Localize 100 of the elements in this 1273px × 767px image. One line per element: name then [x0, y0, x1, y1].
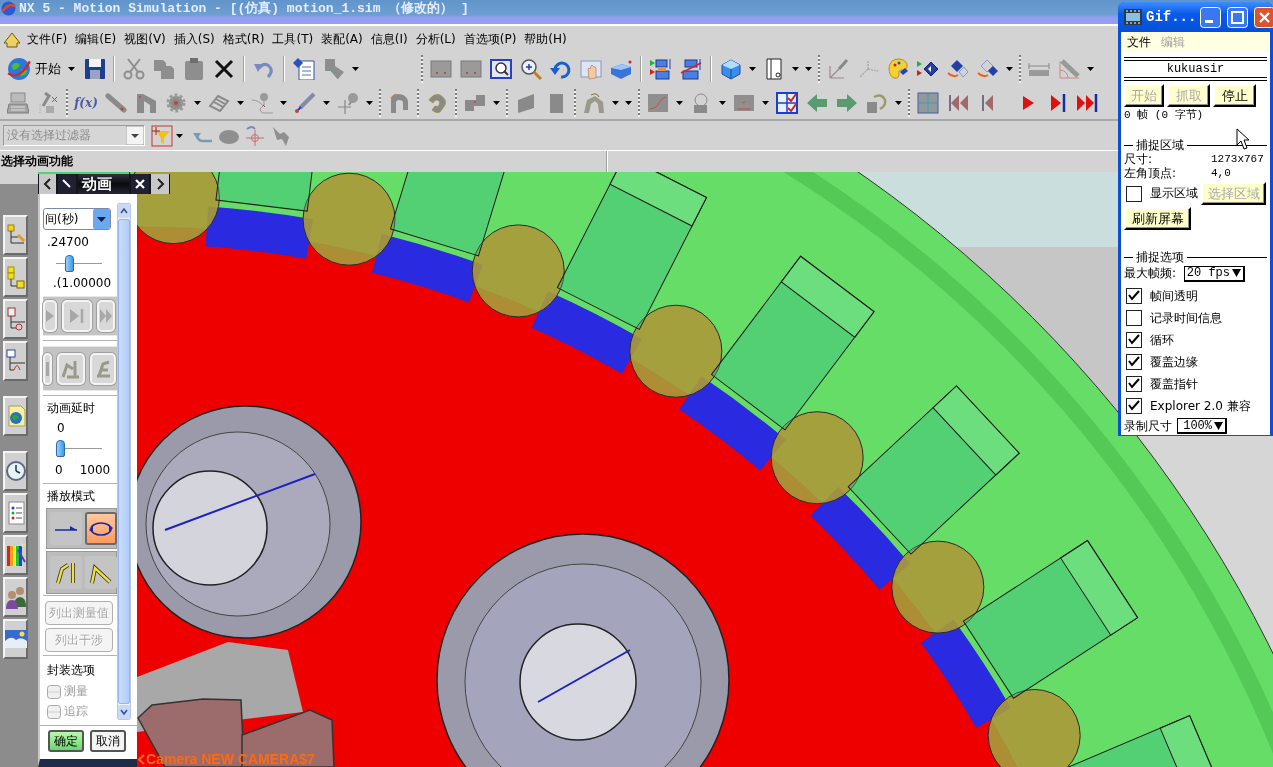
frame-icon[interactable]	[430, 57, 452, 80]
refresh-screen-button[interactable]: 刷新屏幕	[1124, 207, 1191, 230]
checkbox[interactable]	[1126, 185, 1142, 202]
loop-icon[interactable]	[89, 520, 113, 537]
caret-icon[interactable]	[366, 101, 373, 105]
recorder-button[interactable]: 停止	[1213, 84, 1256, 107]
maximize-icon[interactable]	[1227, 6, 1249, 28]
delete-icon[interactable]	[213, 57, 235, 80]
scrollbar[interactable]	[117, 203, 131, 720]
rod-icon[interactable]	[105, 92, 127, 114]
chevron-left-icon[interactable]	[39, 174, 56, 194]
menu-item[interactable]: 格式(R)	[218, 30, 269, 47]
caret-icon[interactable]	[493, 101, 500, 105]
caret-icon[interactable]	[895, 101, 902, 105]
caret-icon[interactable]	[68, 66, 75, 71]
document-list-icon[interactable]	[293, 57, 315, 80]
menu-item[interactable]: 视图(V)	[120, 30, 170, 47]
menu-item[interactable]: 工具(T)	[268, 30, 318, 47]
gear-icon[interactable]	[165, 92, 187, 114]
resource-tab[interactable]	[3, 341, 28, 381]
slider-thumb[interactable]	[56, 440, 65, 457]
caret-icon[interactable]	[676, 101, 683, 105]
resource-tab[interactable]	[3, 493, 28, 533]
caret-icon[interactable]	[1006, 66, 1013, 71]
diamond-icon[interactable]	[947, 57, 969, 80]
drawing-sheet-icon[interactable]	[763, 57, 785, 80]
checkbox[interactable]	[1126, 376, 1142, 392]
tool-button[interactable]	[57, 352, 85, 385]
resource-tab[interactable]	[3, 535, 28, 575]
caret-icon[interactable]	[719, 101, 726, 105]
caret-icon[interactable]	[762, 101, 769, 105]
caret-icon[interactable]	[194, 101, 201, 105]
chevron-down-icon[interactable]	[118, 705, 130, 719]
play-mode-button[interactable]	[50, 512, 82, 545]
function-button[interactable]: f(x)	[71, 91, 101, 115]
cube-icon[interactable]	[720, 57, 742, 80]
panel-icon[interactable]	[733, 92, 755, 114]
globe-icon[interactable]	[7, 56, 31, 81]
slash-icon[interactable]	[58, 174, 76, 194]
chevron-right-icon[interactable]	[151, 174, 169, 194]
ok-button[interactable]: 确定	[48, 730, 84, 752]
fast-forward-icon[interactable]	[1077, 92, 1099, 114]
caret-icon[interactable]	[1214, 421, 1223, 430]
time-unit-dropdown[interactable]: 间(秒)	[43, 208, 111, 230]
close-icon[interactable]	[131, 174, 149, 194]
checkbox[interactable]	[1126, 310, 1142, 326]
caret-icon[interactable]	[749, 66, 756, 71]
checkbox[interactable]	[1126, 332, 1142, 348]
diamond-icon[interactable]	[977, 57, 999, 80]
slider-thumb[interactable]	[65, 255, 75, 272]
graph-icon[interactable]	[647, 92, 669, 114]
caret-icon[interactable]	[352, 66, 359, 71]
record-size-dropdown[interactable]: 100%	[1177, 418, 1227, 434]
resource-tab[interactable]	[3, 619, 28, 659]
checkbox[interactable]	[1126, 354, 1142, 370]
caret-icon[interactable]	[176, 133, 183, 138]
arrow-right-icon[interactable]	[55, 524, 77, 533]
stacked-blocks-icon[interactable]	[680, 57, 702, 80]
paste-icon[interactable]	[183, 57, 205, 80]
menu-item[interactable]: 分析(L)	[411, 30, 460, 47]
menu-item[interactable]: 编辑(E)	[71, 30, 121, 47]
checklist-icon[interactable]	[776, 92, 798, 114]
menu-item[interactable]: 文件	[1127, 33, 1151, 51]
rainbow-wand-icon	[5, 542, 26, 568]
resource-tab[interactable]	[3, 577, 28, 617]
resource-tab[interactable]	[3, 451, 28, 491]
caret-icon[interactable]	[1087, 66, 1094, 71]
caret-icon[interactable]	[323, 101, 330, 105]
caret-icon[interactable]	[237, 101, 244, 105]
chevron-up-icon[interactable]	[118, 204, 130, 218]
pen-icon[interactable]	[294, 92, 316, 114]
menu-item[interactable]: 帮助(H)	[520, 30, 571, 47]
frame-rate-dropdown[interactable]: 20 fps	[1184, 265, 1245, 282]
resource-tab[interactable]	[3, 299, 28, 339]
resource-tab[interactable]	[3, 215, 28, 255]
zoom-icon[interactable]	[520, 57, 542, 80]
checkbox[interactable]	[1126, 398, 1142, 414]
resource-tab[interactable]	[3, 257, 28, 297]
menu-item[interactable]: 信息(I)	[366, 30, 412, 47]
play-mode-label: 播放模式	[46, 489, 96, 504]
menu-item[interactable]: 插入(S)	[169, 30, 219, 47]
caret-icon[interactable]	[1232, 269, 1241, 277]
resource-tab[interactable]	[3, 396, 28, 436]
scrollbar-thumb[interactable]	[118, 219, 130, 704]
frame-icon[interactable]	[460, 57, 482, 80]
checkbox-label: 覆盖指针	[1150, 375, 1198, 393]
start-button[interactable]: 开始	[5, 54, 80, 83]
checkbox[interactable]	[1126, 288, 1142, 304]
play-mode-button[interactable]	[85, 512, 117, 545]
minimize-icon[interactable]	[1200, 6, 1222, 28]
menu-item[interactable]: 文件(F)	[23, 30, 72, 47]
zoom-fit-icon[interactable]	[490, 57, 512, 80]
menu-item[interactable]: 装配(A)	[317, 30, 367, 47]
menu-item[interactable]: 首选项(P)	[459, 30, 521, 47]
stacked-blocks-icon[interactable]	[650, 57, 672, 80]
caret-icon[interactable]	[280, 101, 287, 105]
palette-icon[interactable]	[887, 57, 909, 80]
cancel-button[interactable]: 取消	[90, 730, 126, 752]
tool-button[interactable]	[90, 352, 116, 385]
skip-back-icon[interactable]	[947, 92, 969, 114]
